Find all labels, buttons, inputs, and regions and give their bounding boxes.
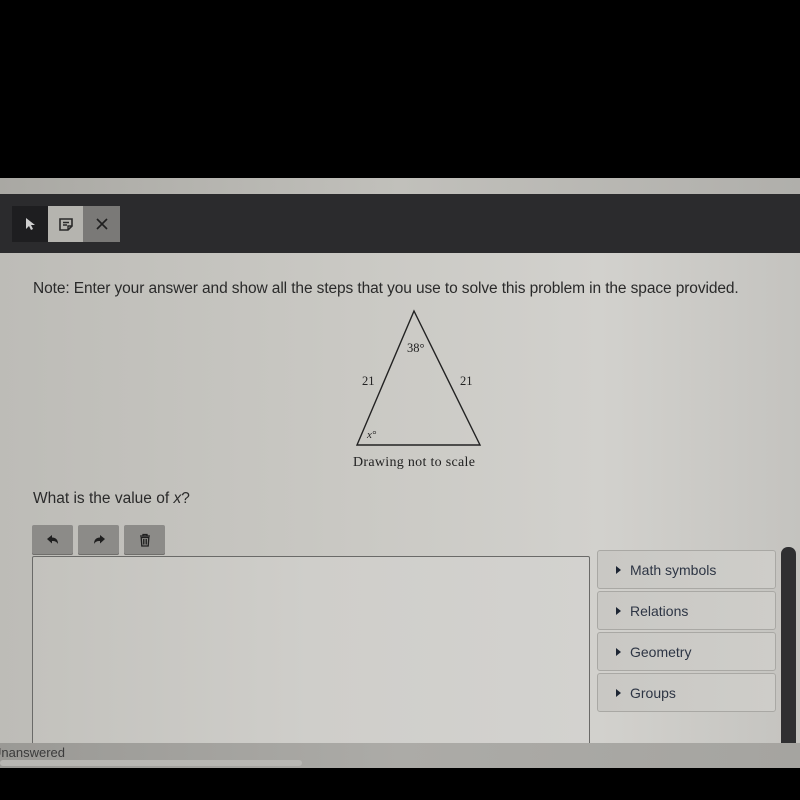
palette-label: Math symbols <box>630 561 717 578</box>
trash-icon <box>139 533 150 547</box>
note-icon <box>58 218 73 231</box>
caret-right-icon <box>616 647 621 656</box>
note-tool-button[interactable] <box>48 206 83 242</box>
close-icon <box>95 218 108 230</box>
palette-label: Groups <box>630 684 676 701</box>
pointer-icon <box>26 218 35 230</box>
question-content: Note: Enter your answer and show all the… <box>0 253 800 768</box>
clear-button[interactable] <box>124 525 165 555</box>
top-strip <box>0 178 800 194</box>
palette-label: Relations <box>630 602 689 619</box>
answer-status: Unanswered <box>0 745 65 760</box>
palette-math-symbols[interactable]: Math symbols <box>597 550 776 589</box>
caret-right-icon <box>616 565 621 574</box>
palette-geometry[interactable]: Geometry <box>597 632 776 671</box>
palette-label: Geometry <box>630 643 692 660</box>
status-bar: Unanswered <box>0 743 800 768</box>
palette-relations[interactable]: Relations <box>597 591 776 630</box>
question-prompt: What is the value of x? <box>33 490 190 508</box>
apex-angle-label: 38° <box>407 341 425 355</box>
palette-scrollbar[interactable] <box>781 547 796 747</box>
caret-right-icon <box>616 606 621 615</box>
redo-icon <box>93 535 105 544</box>
triangle-figure: 38° 21 21 x° Drawing not to scale <box>340 305 500 485</box>
progress-track <box>0 760 302 766</box>
answer-input[interactable] <box>32 556 590 768</box>
caret-right-icon <box>616 688 621 697</box>
instruction-note: Note: Enter your answer and show all the… <box>33 280 739 297</box>
pointer-tool-button[interactable] <box>12 206 48 242</box>
palette-groups[interactable]: Groups <box>597 673 776 712</box>
undo-button[interactable] <box>32 525 73 555</box>
prompt-prefix: What is the value of <box>33 490 174 507</box>
undo-icon <box>46 535 58 544</box>
toolbar <box>0 194 800 253</box>
left-side-label: 21 <box>362 374 375 388</box>
redo-button[interactable] <box>78 525 119 555</box>
figure-caption: Drawing not to scale <box>353 455 476 470</box>
app-screen: Note: Enter your answer and show all the… <box>0 178 800 768</box>
prompt-suffix: ? <box>181 490 190 507</box>
right-side-label: 21 <box>460 374 473 388</box>
close-tool-button[interactable] <box>83 206 120 242</box>
base-angle-label: x° <box>367 429 377 441</box>
